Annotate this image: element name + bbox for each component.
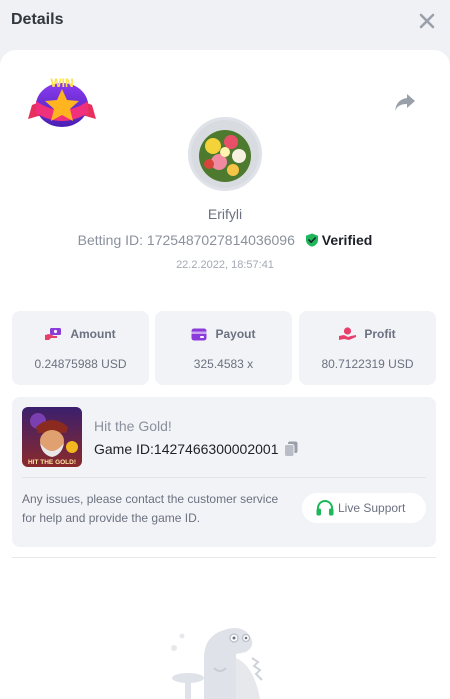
game-thumbnail-title: HIT THE GOLD! [28,459,76,466]
username: Erifyli [207,206,243,222]
bet-stats: Amount 0.24875988 USD Payout 325.4583 x … [12,311,436,385]
details-header: Details [0,0,450,44]
page-title: Details [11,11,64,28]
stat-profit-label-row: Profit [299,327,436,341]
help-text: Any issues, please contact the customer … [22,492,279,525]
game-id-row: Game ID:1427466300002001 [94,441,298,457]
stat-profit: Profit 80.7122319 USD [299,311,436,385]
share-icon[interactable] [394,92,416,112]
flower-bouquet-icon [191,120,259,188]
stat-amount: Amount 0.24875988 USD [12,311,149,385]
stat-profit-label: Profit [364,327,396,341]
stat-payout-value: 325.4583 x [193,357,254,371]
game-thumbnail[interactable]: HIT THE GOLD! [22,407,82,467]
game-id-label: Game ID: [94,441,154,457]
game-id-value: 1427466300002001 [153,441,279,457]
close-icon[interactable] [418,12,436,30]
betting-id-label: Betting ID: [77,232,144,248]
stat-amount-value: 0.24875988 USD [34,357,127,371]
copy-icon[interactable] [284,441,298,457]
betting-id-value: 1725487027814036096 [146,232,295,248]
section-divider [12,557,436,558]
verified-shield-icon [305,233,318,247]
divider [22,477,426,478]
stat-payout-label-row: Payout [155,327,292,341]
game-thumbnail-art: HIT THE GOLD! [22,407,82,467]
win-badge-text: WIN [50,76,73,90]
headset-icon [316,500,334,516]
stat-payout: Payout 325.4583 x [155,311,292,385]
live-support-label: Live Support [338,501,406,515]
profit-hand-icon [339,327,357,340]
stat-amount-label-row: Amount [12,327,149,341]
stat-amount-label: Amount [70,327,116,341]
stat-profit-value: 80.7122319 USD [321,357,414,371]
live-support-button[interactable]: Live Support [302,493,426,523]
game-card: HIT THE GOLD! Hit the Gold! Game ID:1427… [12,397,436,547]
money-hand-icon [45,328,62,340]
stat-payout-label: Payout [215,327,256,341]
timestamp: 22.2.2022, 18:57:41 [176,259,274,271]
game-name[interactable]: Hit the Gold! [94,418,172,434]
dinosaur-mascot-icon [171,628,263,699]
avatar [188,117,262,191]
betting-id-row: Betting ID: 1725487027814036096 Verified [0,232,450,248]
verified-label: Verified [321,232,373,248]
card-icon [191,328,207,341]
win-badge-icon: WIN [28,76,96,127]
